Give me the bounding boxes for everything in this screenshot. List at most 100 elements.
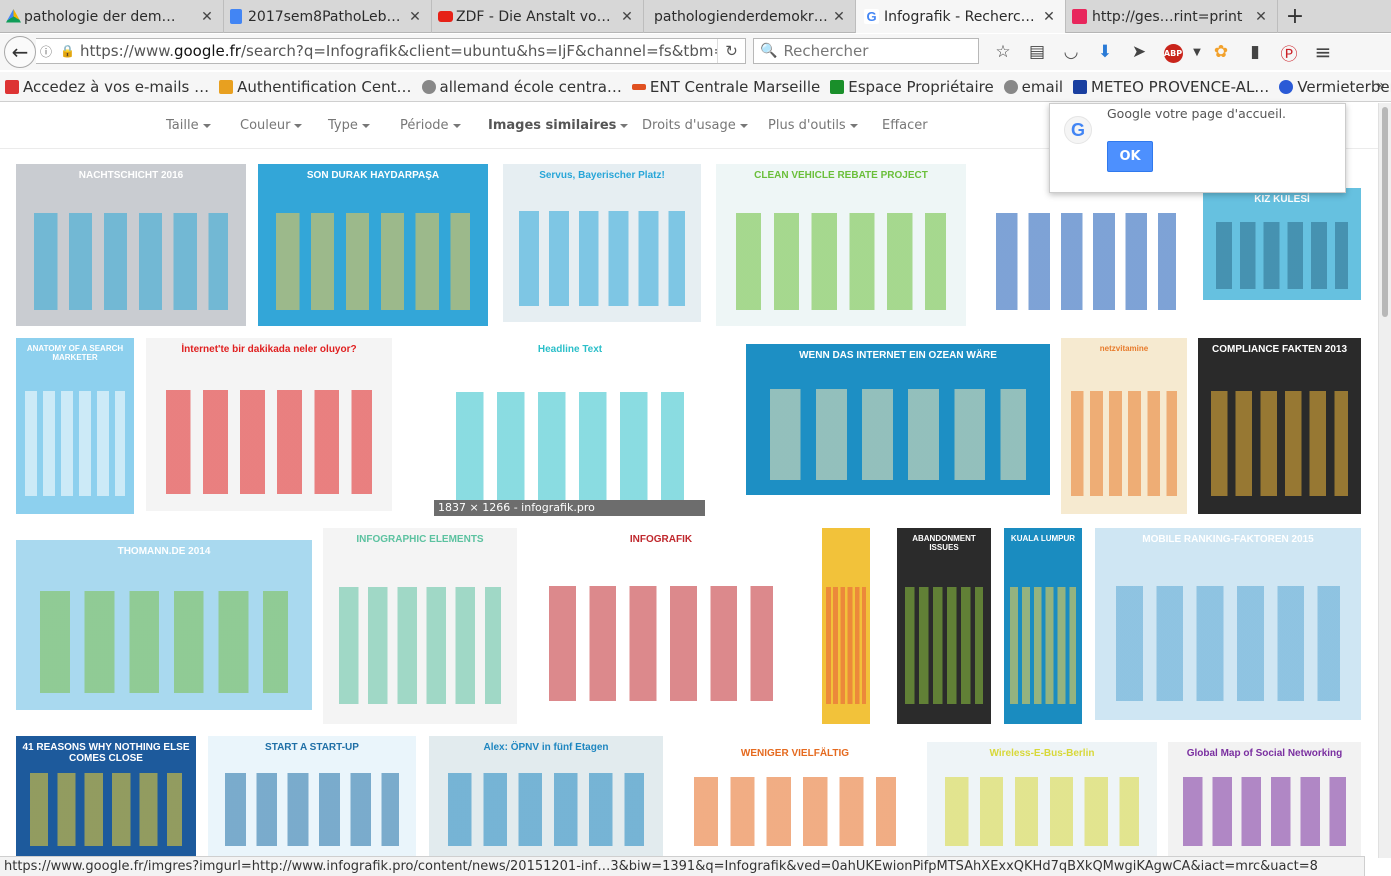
search-icon: 🔍 bbox=[760, 43, 778, 59]
lock-icon[interactable]: 🔒 bbox=[60, 44, 76, 58]
close-icon[interactable]: ✕ bbox=[1041, 9, 1057, 25]
image-result-thumbnail[interactable]: Wireless-E-Bus-Berlin bbox=[927, 742, 1157, 858]
thumbnail-title: ABANDONMENT ISSUES bbox=[912, 534, 976, 552]
image-result-thumbnail[interactable]: 41 REASONS WHY NOTHING ELSE COMES CLOSE bbox=[16, 736, 196, 858]
browser-tab[interactable]: pathologienderdemokr… ✕ bbox=[644, 0, 856, 33]
thumbnail-graphic bbox=[30, 772, 182, 846]
bookmark-item[interactable]: Vermieterbereich bbox=[1279, 78, 1391, 96]
bookmark-item[interactable]: Espace Propriétaire bbox=[830, 78, 994, 96]
bookmark-star-icon[interactable]: ☆ bbox=[986, 42, 1020, 62]
image-result-thumbnail[interactable]: KUALA LUMPUR bbox=[1004, 528, 1082, 724]
adblock-icon[interactable]: ABP bbox=[1156, 41, 1190, 63]
close-icon[interactable]: ✕ bbox=[1253, 9, 1269, 25]
google-drive-icon bbox=[6, 9, 21, 23]
chevron-down-icon bbox=[849, 123, 858, 128]
bookmark-item[interactable]: ENT Centrale Marseille bbox=[631, 78, 820, 96]
image-result-thumbnail[interactable]: MOBILE RANKING-FAKTOREN 2015 bbox=[1095, 528, 1361, 720]
image-result-thumbnail[interactable]: İnternet'te bir dakikada neler oluyor? bbox=[146, 338, 392, 511]
extension-icon[interactable]: ✿ bbox=[1204, 42, 1238, 62]
image-result-thumbnail[interactable]: Servus, Bayerischer Platz! bbox=[503, 164, 701, 322]
image-result-thumbnail[interactable]: INFOGRAPHIC ELEMENTS bbox=[323, 528, 517, 724]
send-icon[interactable]: ➤ bbox=[1122, 42, 1156, 62]
browser-tab-active[interactable]: G Infografik - Recherc… ✕ bbox=[856, 0, 1066, 33]
download-icon[interactable]: ⬇ bbox=[1088, 42, 1122, 62]
search-input[interactable]: 🔍 Rechercher bbox=[753, 38, 979, 64]
url-bar[interactable]: ⓘ 🔒 https://www.google.fr/search?q=Infog… bbox=[36, 38, 746, 64]
reading-list-icon[interactable]: ▤ bbox=[1020, 42, 1054, 62]
image-result-thumbnail[interactable]: KIZ KULESİ bbox=[1203, 188, 1361, 300]
info-icon[interactable]: ⓘ bbox=[40, 43, 56, 60]
bookmark-item[interactable]: Authentification Cent… bbox=[219, 78, 412, 96]
image-result-thumbnail[interactable]: THOMANN.DE 2014 bbox=[16, 540, 312, 710]
image-result-thumbnail[interactable]: ABANDONMENT ISSUES bbox=[897, 528, 991, 724]
ok-button[interactable]: OK bbox=[1107, 141, 1153, 172]
filter-period[interactable]: Période bbox=[400, 118, 461, 133]
filter-usage-rights[interactable]: Droits d'usage bbox=[642, 118, 748, 133]
pinterest-icon[interactable]: Ⓟ bbox=[1272, 40, 1306, 65]
image-result-thumbnail[interactable] bbox=[822, 528, 870, 724]
image-result-thumbnail[interactable]: netzvitamine bbox=[1061, 338, 1187, 514]
image-result-thumbnail[interactable]: CLEAN VEHICLE REBATE PROJECT bbox=[716, 164, 966, 326]
filter-type[interactable]: Type bbox=[328, 118, 370, 133]
tab-title: http://ges…rint=print bbox=[1092, 8, 1243, 25]
browser-tab[interactable]: ZDF - Die Anstalt vo… ✕ bbox=[432, 0, 644, 33]
thumbnail-title: COMPLIANCE FAKTEN 2013 bbox=[1211, 344, 1348, 355]
bookmark-item[interactable]: email bbox=[1003, 78, 1063, 96]
image-result-thumbnail[interactable]: COMPLIANCE FAKTEN 2013 bbox=[1198, 338, 1361, 514]
clipboard-icon[interactable]: ▮ bbox=[1238, 42, 1272, 62]
tab-strip: pathologie der dem… ✕ 2017sem8PathoLeb… … bbox=[0, 0, 1391, 33]
image-result-thumbnail[interactable]: INFOGRAFIK bbox=[528, 528, 794, 720]
image-result-thumbnail[interactable]: Alex: ÖPNV in fünf Etagen bbox=[429, 736, 663, 858]
browser-tab[interactable]: http://ges…rint=print ✕ bbox=[1066, 0, 1278, 33]
google-logo-icon: G bbox=[1064, 116, 1092, 144]
close-icon[interactable]: ✕ bbox=[619, 9, 635, 25]
image-result-thumbnail[interactable]: Global Map of Social Networking bbox=[1168, 742, 1361, 858]
dropdown-icon[interactable]: ▼ bbox=[1190, 47, 1204, 58]
thumbnail-title: NACHTSCHICHT 2016 bbox=[78, 170, 184, 181]
filter-more-tools[interactable]: Plus d'outils bbox=[768, 118, 858, 133]
thumbnail-title: KIZ KULESİ bbox=[1254, 194, 1310, 205]
close-icon[interactable]: ✕ bbox=[407, 9, 423, 25]
image-hover-info: 1837 × 1266 - infografik.pro bbox=[434, 500, 705, 516]
image-result-thumbnail[interactable]: ANATOMY OF A SEARCH MARKETER bbox=[16, 338, 134, 514]
new-tab-button[interactable]: + bbox=[1278, 0, 1312, 33]
thumbnail-graphic bbox=[447, 772, 645, 846]
filter-similar-images[interactable]: Images similaires bbox=[488, 118, 629, 133]
image-result-thumbnail[interactable]: SON DURAK HAYDARPAŞA bbox=[258, 164, 488, 326]
vertical-scrollbar[interactable] bbox=[1378, 103, 1391, 858]
menu-icon[interactable]: ≡ bbox=[1306, 40, 1340, 64]
thumbnail-title: Headline Text bbox=[537, 344, 603, 355]
filter-size[interactable]: Taille bbox=[166, 118, 211, 133]
tab-title: 2017sem8PathoLeb… bbox=[248, 8, 401, 25]
chevron-down-icon bbox=[739, 123, 748, 128]
back-button[interactable]: ← bbox=[4, 36, 36, 68]
browser-tab[interactable]: pathologie der dem… ✕ bbox=[0, 0, 224, 33]
image-result-thumbnail[interactable]: Headline Text bbox=[434, 338, 706, 518]
image-result-thumbnail[interactable]: START A START-UP bbox=[208, 736, 416, 858]
pocket-icon[interactable]: ◡ bbox=[1054, 42, 1088, 62]
image-result-thumbnail[interactable]: WENIGER VIELFÄLTIG bbox=[675, 742, 915, 858]
bookmark-item[interactable]: Accedez à vos e-mails … bbox=[5, 78, 209, 96]
filter-color[interactable]: Couleur bbox=[240, 118, 303, 133]
bookmark-item[interactable]: METEO PROVENCE-AL… bbox=[1073, 78, 1269, 96]
thumbnail-title: WENN DAS INTERNET EIN OZEAN WÄRE bbox=[799, 350, 997, 361]
image-result-thumbnail[interactable]: WENN DAS INTERNET EIN OZEAN WÄRE bbox=[746, 344, 1050, 495]
url-text[interactable]: https://www.google.fr/search?q=Infografi… bbox=[80, 42, 717, 60]
navigation-bar: ← ⓘ 🔒 https://www.google.fr/search?q=Inf… bbox=[0, 34, 1391, 70]
image-result-thumbnail[interactable]: NACHTSCHICHT 2016 bbox=[16, 164, 246, 326]
browser-tab[interactable]: 2017sem8PathoLeb… ✕ bbox=[224, 0, 432, 33]
bookmark-item[interactable]: allemand école centra… bbox=[421, 78, 622, 96]
thumbnail-title: INFOGRAPHIC ELEMENTS bbox=[356, 534, 484, 545]
more-bookmarks-icon[interactable]: » bbox=[1376, 78, 1385, 94]
globe-icon bbox=[421, 79, 436, 94]
bookmark-favicon-icon bbox=[1279, 79, 1294, 94]
close-icon[interactable]: ✕ bbox=[831, 9, 847, 25]
thumbnail-title: SON DURAK HAYDARPAŞA bbox=[306, 170, 440, 181]
close-icon[interactable]: ✕ bbox=[199, 9, 215, 25]
thumbnail-title: MOBILE RANKING-FAKTOREN 2015 bbox=[1142, 534, 1314, 545]
reload-button[interactable]: ↻ bbox=[717, 39, 745, 63]
gesis-icon bbox=[1072, 9, 1087, 24]
thumbnail-title: CLEAN VEHICLE REBATE PROJECT bbox=[754, 170, 928, 181]
scrollbar-thumb[interactable] bbox=[1382, 107, 1388, 317]
filter-clear[interactable]: Effacer bbox=[882, 118, 928, 133]
